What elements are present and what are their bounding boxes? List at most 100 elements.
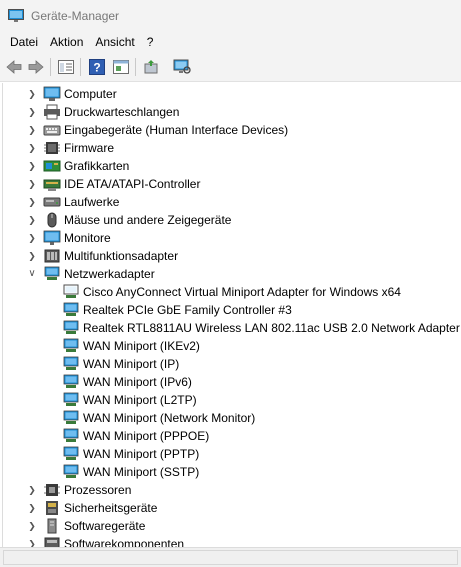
- back-icon[interactable]: [5, 58, 23, 76]
- tree-item-label: WAN Miniport (SSTP): [83, 465, 200, 479]
- chevron-right-icon[interactable]: ❯: [27, 193, 37, 211]
- forward-icon[interactable]: [27, 58, 45, 76]
- tree-item-ide-controller[interactable]: ❯ IDE ATA/ATAPI-Controller: [3, 175, 461, 193]
- help-icon[interactable]: ?: [88, 58, 106, 76]
- tree-item-network-device[interactable]: WAN Miniport (Network Monitor): [3, 409, 461, 427]
- tree-item-computer[interactable]: ❯ Computer: [3, 85, 461, 103]
- network-device-icon: [63, 392, 79, 406]
- network-device-icon: [63, 320, 79, 334]
- tree-item-network-device[interactable]: WAN Miniport (IPv6): [3, 373, 461, 391]
- tree-item-label: Druckwarteschlangen: [64, 105, 180, 119]
- network-device-icon: [63, 284, 79, 298]
- tree-item-software-components[interactable]: ❯ Softwarekomponenten: [3, 535, 461, 547]
- tree-item-network-device[interactable]: WAN Miniport (SSTP): [3, 463, 461, 481]
- chevron-right-icon[interactable]: ❯: [27, 481, 37, 499]
- tree-item-network-device[interactable]: WAN Miniport (PPTP): [3, 445, 461, 463]
- chevron-right-icon[interactable]: ❯: [27, 139, 37, 157]
- chevron-right-icon[interactable]: ❯: [27, 85, 37, 103]
- tree-item-monitors[interactable]: ❯ Monitore: [3, 229, 461, 247]
- status-bar: [0, 547, 461, 567]
- tree-item-network-device[interactable]: Realtek PCIe GbE Family Controller #3: [3, 301, 461, 319]
- tree-item-label: Laufwerke: [64, 195, 120, 209]
- chevron-right-icon[interactable]: ❯: [27, 499, 37, 517]
- tree-item-disk-drives[interactable]: ❯ Laufwerke: [3, 193, 461, 211]
- tree-item-label: WAN Miniport (IPv6): [83, 375, 192, 389]
- tree-item-label: Multifunktionsadapter: [64, 249, 179, 263]
- tree-item-network-adapters[interactable]: ∨ Netzwerkadapter: [3, 265, 461, 283]
- tree-item-network-device[interactable]: WAN Miniport (IKEv2): [3, 337, 461, 355]
- chevron-right-icon[interactable]: ❯: [27, 247, 37, 265]
- tree-item-firmware[interactable]: ❯ Firmware: [3, 139, 461, 157]
- monitor-icon: [43, 230, 61, 245]
- menu-ansicht[interactable]: Ansicht: [89, 32, 140, 52]
- tree-item-software-devices[interactable]: ❯ Softwaregeräte: [3, 517, 461, 535]
- tree-item-label: Realtek PCIe GbE Family Controller #3: [83, 303, 292, 317]
- chevron-right-icon[interactable]: ❯: [27, 535, 37, 547]
- tree-item-display-adapters[interactable]: ❯ Grafikkarten: [3, 157, 461, 175]
- tree-item-hid[interactable]: ❯ Eingabegeräte (Human Interface Devices…: [3, 121, 461, 139]
- tree-item-network-device[interactable]: WAN Miniport (PPPOE): [3, 427, 461, 445]
- window-title: Geräte-Manager: [31, 9, 120, 23]
- tree-item-label: WAN Miniport (PPTP): [83, 447, 200, 461]
- network-device-icon: [63, 356, 79, 370]
- tree-item-label: Grafikkarten: [64, 159, 130, 173]
- tree-item-network-device[interactable]: Realtek RTL8811AU Wireless LAN 802.11ac …: [3, 319, 461, 337]
- tree-item-security-devices[interactable]: ❯ Sicherheitsgeräte: [3, 499, 461, 517]
- chevron-right-icon[interactable]: ❯: [27, 157, 37, 175]
- tree-item-label: Cisco AnyConnect Virtual Miniport Adapte…: [83, 285, 401, 299]
- menu-help[interactable]: ?: [141, 32, 160, 52]
- chevron-right-icon[interactable]: ❯: [27, 517, 37, 535]
- ide-controller-icon: [43, 179, 61, 191]
- menu-aktion[interactable]: Aktion: [44, 32, 89, 52]
- menu-datei[interactable]: Datei: [0, 32, 44, 52]
- processor-icon: [44, 484, 60, 496]
- device-tree[interactable]: ❯ Computer ❯ Druckwarteschlangen ❯ Einga…: [2, 83, 461, 547]
- device-manager-icon: [8, 9, 24, 22]
- tree-item-label: Sicherheitsgeräte: [64, 501, 158, 515]
- toolbar-separator: [50, 58, 51, 76]
- tree-item-processors[interactable]: ❯ Prozessoren: [3, 481, 461, 499]
- tree-item-label: WAN Miniport (IKEv2): [83, 339, 200, 353]
- network-device-icon: [63, 302, 79, 316]
- network-device-icon: [63, 374, 79, 388]
- status-panel: [3, 550, 458, 565]
- tree-item-network-device[interactable]: WAN Miniport (L2TP): [3, 391, 461, 409]
- tree-item-multifunction[interactable]: ❯ Multifunktionsadapter: [3, 247, 461, 265]
- firmware-icon: [44, 142, 60, 154]
- chevron-right-icon[interactable]: ❯: [27, 211, 37, 229]
- chevron-right-icon[interactable]: ❯: [27, 121, 37, 139]
- tree-item-label: WAN Miniport (L2TP): [83, 393, 197, 407]
- network-device-icon: [63, 428, 79, 442]
- tree-item-label: Eingabegeräte (Human Interface Devices): [64, 123, 289, 137]
- menu-bar: Datei Aktion Ansicht ?: [0, 32, 461, 52]
- tree-item-label: Monitore: [64, 231, 111, 245]
- tree-item-label: Computer: [64, 87, 117, 101]
- software-device-icon: [47, 518, 57, 534]
- toolbar-separator: [80, 58, 81, 76]
- tree-item-label: Softwaregeräte: [64, 519, 146, 533]
- tree-item-network-device[interactable]: Cisco AnyConnect Virtual Miniport Adapte…: [3, 283, 461, 301]
- tree-item-mice[interactable]: ❯ Mäuse und andere Zeigegeräte: [3, 211, 461, 229]
- display-adapter-icon: [43, 160, 61, 172]
- tree-item-label: Netzwerkadapter: [64, 267, 155, 281]
- chevron-right-icon[interactable]: ❯: [27, 103, 37, 121]
- disk-drive-icon: [43, 197, 61, 207]
- network-adapter-icon: [44, 266, 60, 280]
- tree-item-print-queues[interactable]: ❯ Druckwarteschlangen: [3, 103, 461, 121]
- network-device-icon: [63, 446, 79, 460]
- svg-text:?: ?: [93, 61, 100, 75]
- view-icon[interactable]: [112, 58, 130, 76]
- scan-hardware-icon[interactable]: [173, 58, 191, 76]
- title-bar: Geräte-Manager: [0, 0, 461, 32]
- tree-item-network-device[interactable]: WAN Miniport (IP): [3, 355, 461, 373]
- toolbar-separator: [135, 58, 136, 76]
- update-driver-icon[interactable]: [142, 58, 160, 76]
- chevron-right-icon[interactable]: ❯: [27, 229, 37, 247]
- tree-item-label: IDE ATA/ATAPI-Controller: [64, 177, 201, 191]
- chevron-down-icon[interactable]: ∨: [27, 265, 37, 283]
- tree-item-label: WAN Miniport (PPPOE): [83, 429, 210, 443]
- tree-item-label: Mäuse und andere Zeigegeräte: [64, 213, 232, 227]
- chevron-right-icon[interactable]: ❯: [27, 175, 37, 193]
- tree-item-label: WAN Miniport (Network Monitor): [83, 411, 256, 425]
- properties-icon[interactable]: [57, 58, 75, 76]
